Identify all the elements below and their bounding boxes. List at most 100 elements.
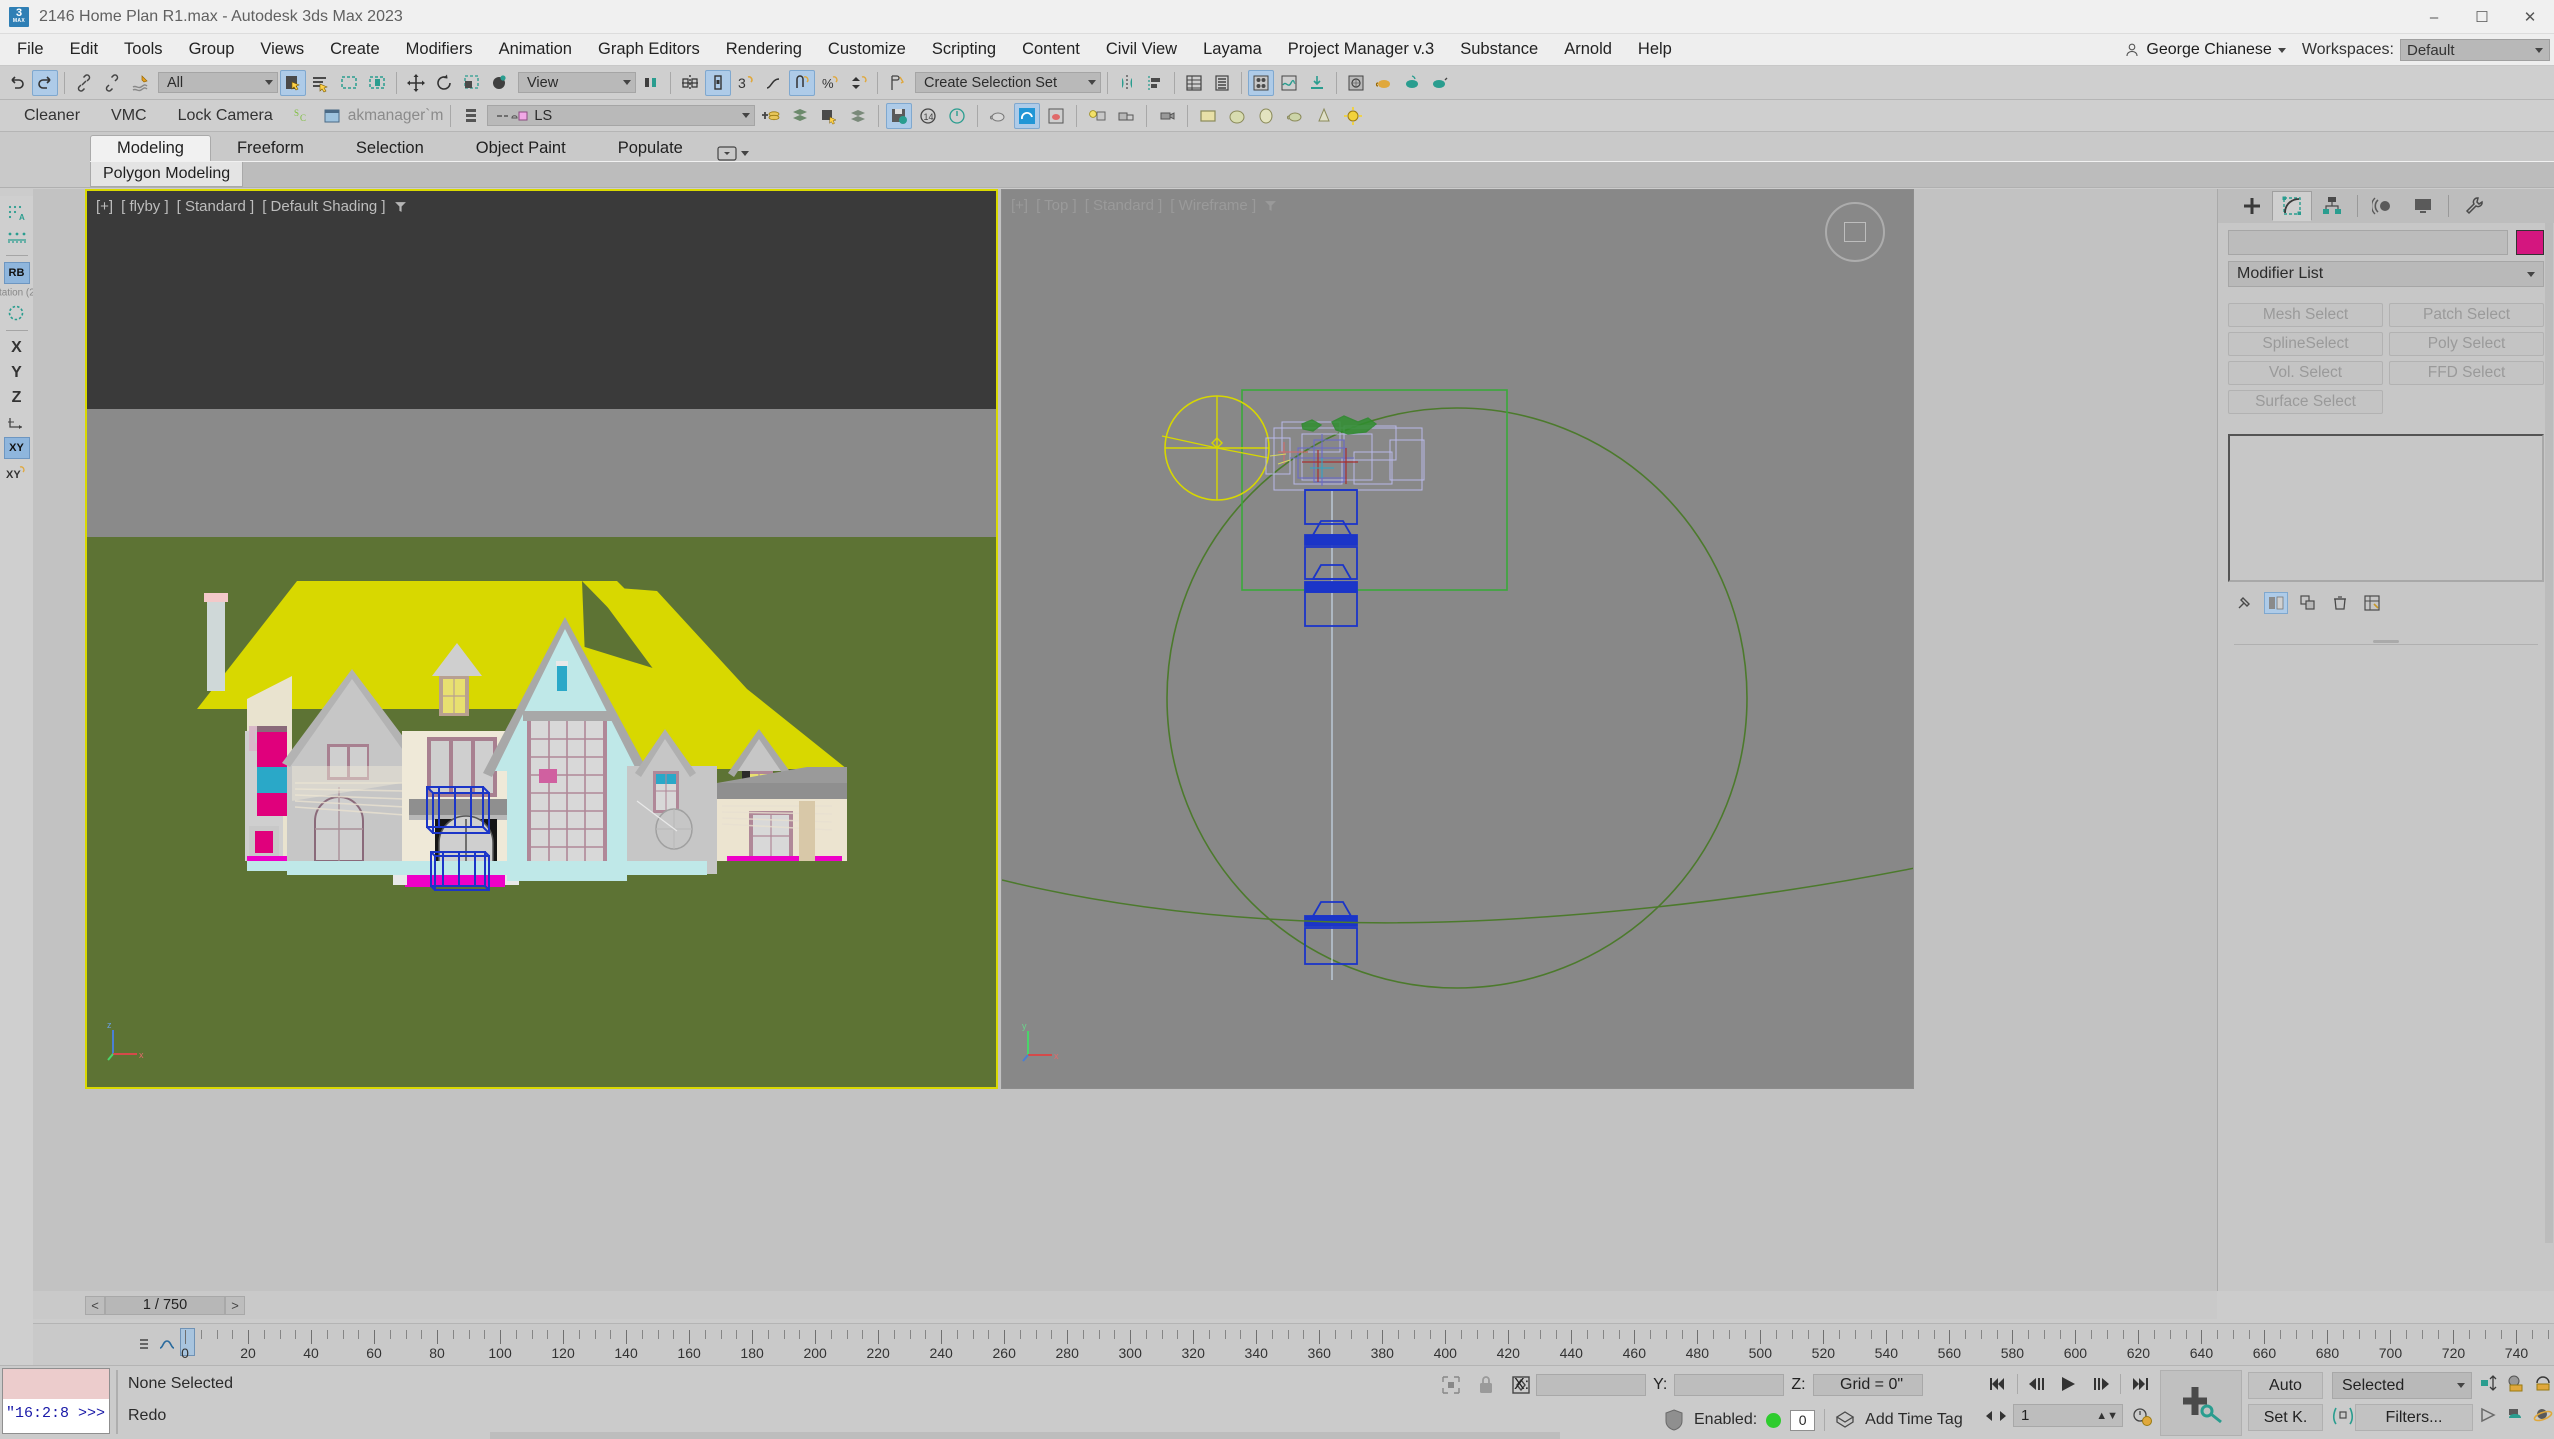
poly-select-button[interactable]: Poly Select — [2389, 332, 2544, 356]
select-and-place-button[interactable] — [487, 70, 513, 96]
tab-create[interactable] — [2232, 191, 2272, 221]
menu-content[interactable]: Content — [1009, 36, 1093, 63]
cone-primitive-button[interactable] — [1311, 103, 1337, 129]
snaps-toggle-button[interactable] — [789, 69, 815, 96]
layer-dropdown[interactable]: LS — [487, 105, 756, 126]
array-tool-button[interactable]: A — [4, 202, 30, 224]
orbit-view-button[interactable] — [2532, 1404, 2554, 1426]
field-of-view-button[interactable] — [2478, 1404, 2500, 1426]
script-c-button[interactable]: S C — [290, 103, 316, 129]
zoom-button[interactable] — [2478, 1372, 2500, 1394]
spacing-tool-button[interactable] — [4, 227, 30, 249]
cleaner-button[interactable]: Cleaner — [10, 107, 94, 125]
selection-filter-dropdown[interactable]: All — [158, 72, 278, 93]
menu-tools[interactable]: Tools — [111, 36, 176, 63]
next-frame-button[interactable] — [2088, 1372, 2114, 1396]
selection-set-dropdown[interactable]: Create Selection Set — [915, 72, 1101, 93]
render-iterative-button[interactable] — [1399, 70, 1425, 96]
select-and-rotate-button[interactable] — [431, 70, 457, 96]
constrain-xy-alt-button[interactable]: XY — [4, 462, 30, 484]
teapot-primitive-button[interactable] — [1282, 103, 1308, 129]
set-key-button[interactable]: Set K. — [2248, 1404, 2323, 1431]
edit-named-selection-button[interactable] — [884, 70, 910, 96]
scene-explorer-button[interactable] — [1209, 70, 1235, 96]
align-tools-button[interactable] — [1142, 70, 1168, 96]
menu-rendering[interactable]: Rendering — [713, 36, 815, 63]
viewport-flyby[interactable]: [+] [ flyby ] [ Standard ] [ Default Sha… — [85, 189, 998, 1089]
select-and-scale-button[interactable] — [459, 70, 485, 96]
maxscript-input-pane[interactable] — [3, 1369, 109, 1399]
mirror-geometry-button[interactable] — [1114, 70, 1140, 96]
slate-material-editor-button[interactable] — [1276, 70, 1302, 96]
mirror-button[interactable] — [677, 70, 703, 96]
set-layer-current-button[interactable] — [816, 103, 842, 129]
save-increment-button[interactable] — [886, 102, 913, 129]
add-layer-button[interactable] — [758, 103, 784, 129]
next-frame-button[interactable]: > — [225, 1295, 245, 1315]
polygon-modeling-panel[interactable]: Polygon Modeling — [90, 162, 244, 187]
tab-display[interactable] — [2403, 191, 2443, 221]
minimize-button[interactable]: – — [2410, 0, 2458, 34]
workspace-select[interactable]: Default — [2400, 39, 2550, 61]
modifier-stack-list[interactable] — [2228, 434, 2544, 582]
rectangular-select-region-button[interactable] — [336, 70, 362, 96]
autobackup-14-button[interactable]: 14 — [915, 103, 941, 129]
menu-customize[interactable]: Customize — [815, 36, 919, 63]
frame-ruler[interactable]: 0 20 40 60 80 100 120 140 160 180 200 220 240 260 280 3… — [180, 1328, 2549, 1364]
timer-button[interactable] — [944, 103, 970, 129]
layer-stack-button[interactable] — [458, 103, 484, 129]
light-lister-button[interactable] — [1084, 103, 1110, 129]
cylinder-primitive-button[interactable] — [1253, 103, 1279, 129]
menu-animation[interactable]: Animation — [486, 36, 585, 63]
constrain-x-button[interactable]: X — [4, 337, 30, 359]
zoom-extents-button[interactable] — [2532, 1372, 2554, 1394]
pivot-center-button[interactable] — [638, 70, 664, 96]
menu-graph-editors[interactable]: Graph Editors — [585, 36, 713, 63]
prev-frame-button[interactable]: < — [85, 1295, 105, 1315]
render-preview-button[interactable] — [1043, 103, 1069, 129]
key-mode-toggle-button[interactable] — [2332, 1404, 2354, 1428]
viewport-top[interactable]: [+] [ Top ] [ Standard ] [ Wireframe ] y… — [1001, 189, 1914, 1089]
key-filter-mode-dropdown[interactable]: Selected — [2332, 1372, 2472, 1399]
select-and-move-button[interactable] — [403, 70, 429, 96]
select-layer-objects-button[interactable] — [787, 103, 813, 129]
tab-object-paint[interactable]: Object Paint — [450, 135, 592, 161]
align-button[interactable] — [705, 69, 731, 96]
menu-create[interactable]: Create — [317, 36, 393, 63]
x-coordinate-input[interactable] — [1536, 1374, 1647, 1396]
menu-help[interactable]: Help — [1625, 36, 1685, 63]
angle-snap-button[interactable]: % — [817, 70, 843, 96]
menu-views[interactable]: Views — [247, 36, 317, 63]
curve-editor-button[interactable] — [761, 70, 787, 96]
box-primitive-button[interactable] — [1195, 103, 1221, 129]
go-to-start-button[interactable] — [1985, 1372, 2011, 1396]
menu-substance[interactable]: Substance — [1447, 36, 1551, 63]
render-setup-button[interactable] — [1304, 70, 1330, 96]
akmanager-icon-button[interactable] — [319, 103, 345, 129]
spinner-arrows-icon[interactable]: ▲▼ — [2096, 1410, 2118, 1422]
make-unique-button[interactable] — [2296, 592, 2320, 614]
y-coordinate-input[interactable] — [1674, 1374, 1785, 1396]
spline-select-button[interactable]: SplineSelect — [2228, 332, 2383, 356]
command-panel-scrollbar[interactable] — [2545, 223, 2553, 1243]
ffd-select-button[interactable]: FFD Select — [2389, 361, 2544, 385]
redo-button[interactable] — [32, 69, 58, 96]
rb-toggle-button[interactable]: RB — [3, 262, 30, 284]
lock-camera-button[interactable]: Lock Camera — [164, 107, 287, 125]
remove-modifier-button[interactable] — [2328, 592, 2352, 614]
tab-utilities[interactable] — [2454, 191, 2494, 221]
menu-file[interactable]: File — [4, 36, 57, 63]
maxscript-output-pane[interactable]: "16:2:8 >>> ER — [3, 1399, 109, 1433]
viewport-top-label[interactable]: [+] [ Top ] [ Standard ] [ Wireframe ] — [1011, 197, 1277, 214]
render-active-shade-button[interactable] — [1427, 70, 1453, 96]
unlink-selection-button[interactable] — [99, 70, 125, 96]
auto-key-button[interactable]: Auto — [2248, 1372, 2323, 1399]
pan-view-button[interactable] — [2505, 1404, 2527, 1426]
filters-button[interactable]: Filters... — [2355, 1404, 2473, 1431]
select-by-name-button[interactable] — [308, 70, 334, 96]
tab-populate[interactable]: Populate — [592, 135, 709, 161]
track-bar[interactable]: 0 20 40 60 80 100 120 140 160 180 200 220 240 260 280 3… — [33, 1323, 2554, 1365]
menu-project-manager[interactable]: Project Manager v.3 — [1275, 36, 1447, 63]
show-end-result-button[interactable] — [2264, 592, 2288, 614]
constrain-y-button[interactable]: Y — [4, 362, 30, 384]
